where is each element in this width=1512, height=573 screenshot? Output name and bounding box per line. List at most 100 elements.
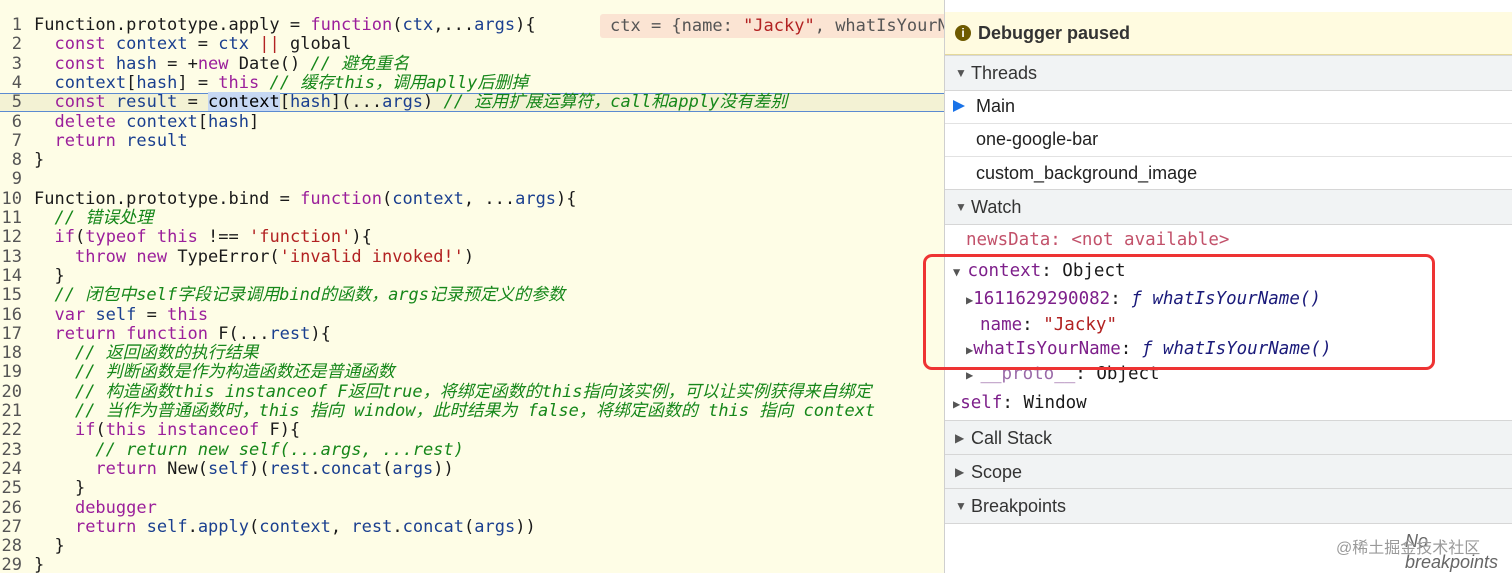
code-line[interactable]: 22 if(this instanceof F){ xyxy=(0,420,944,440)
code-line[interactable]: 25 } xyxy=(0,478,944,499)
scope-section-header[interactable]: ▶ Scope xyxy=(945,454,1512,490)
code-text: } xyxy=(34,150,45,171)
code-line[interactable]: 14 } xyxy=(0,265,944,286)
expand-triangle-icon: ▼ xyxy=(955,499,967,513)
code-text: } xyxy=(34,555,45,573)
line-number[interactable]: 6 xyxy=(0,112,22,132)
expand-triangle-icon: ▼ xyxy=(955,66,967,80)
line-number[interactable]: 7 xyxy=(0,131,22,151)
code-text: return function F(...rest){ xyxy=(54,323,331,344)
line-number[interactable]: 28 xyxy=(0,536,22,556)
line-number[interactable]: 5 xyxy=(0,92,22,112)
code-line[interactable]: 28 } xyxy=(0,536,944,557)
line-number[interactable]: 19 xyxy=(0,363,22,383)
code-line[interactable]: 8} xyxy=(0,150,944,171)
collapse-triangle-icon: ▶ xyxy=(955,431,965,445)
code-editor[interactable]: 1 Function.prototype.apply = function(ctx… xyxy=(0,0,944,573)
info-icon: i xyxy=(955,25,971,41)
code-line[interactable]: 29} xyxy=(0,556,944,573)
line-number[interactable]: 4 xyxy=(0,73,22,93)
line-number[interactable]: 24 xyxy=(0,459,22,479)
code-line[interactable]: 23 // return new self(...args, ...rest) xyxy=(0,439,944,460)
line-number[interactable]: 11 xyxy=(0,208,22,228)
code-text: // 错误处理 xyxy=(54,208,154,228)
code-line[interactable]: 19 // 判断函数是作为构造函数还是普通函数 xyxy=(0,363,944,383)
watch-item-self[interactable]: ▶self: Window xyxy=(953,390,1087,417)
threads-section-header[interactable]: ▼ Threads xyxy=(945,55,1512,91)
thread-item[interactable]: custom_background_image xyxy=(945,156,1512,190)
line-number[interactable]: 15 xyxy=(0,285,22,305)
code-line[interactable]: 4 context[hash] = this // 缓存this，调用aplly… xyxy=(0,72,944,93)
callstack-section-header[interactable]: ▶ Call Stack xyxy=(945,420,1512,456)
code-text: debugger xyxy=(74,497,157,518)
code-line[interactable]: 20 // 构造函数this instanceof F返回true，将绑定函数的… xyxy=(0,381,944,402)
code-text: } xyxy=(34,265,65,286)
line-number[interactable]: 22 xyxy=(0,420,22,440)
watch-section-header[interactable]: ▼ Watch xyxy=(945,189,1512,225)
code-line[interactable]: 18 // 返回函数的执行结果 xyxy=(0,343,944,364)
current-thread-arrow-icon xyxy=(953,100,965,112)
breakpoints-section-header[interactable]: ▼ Breakpoints xyxy=(945,488,1512,524)
thread-item-main[interactable]: Main xyxy=(945,89,1512,124)
line-number[interactable]: 21 xyxy=(0,401,22,421)
code-text: // return new self(...args, ...rest) xyxy=(95,439,464,460)
line-number[interactable]: 17 xyxy=(0,324,22,344)
code-line[interactable]: 21 // 当作为普通函数时，this 指向 window，此时结果为 fals… xyxy=(0,401,944,421)
code-line[interactable]: 16 var self = this xyxy=(0,304,944,325)
code-line[interactable]: 3 const hash = +new Date() // 避免重名 xyxy=(0,53,944,74)
inline-value-preview: ctx = {name: "Jacky", whatIsYourName xyxy=(600,14,954,38)
code-text: Function.prototype.bind = function(conte… xyxy=(34,188,577,209)
line-number[interactable]: 14 xyxy=(0,266,22,286)
expand-triangle-icon: ▼ xyxy=(955,200,967,214)
code-line[interactable]: 27 return self.apply(context, rest.conca… xyxy=(0,516,944,537)
code-text: return result xyxy=(54,130,188,151)
code-line[interactable]: 15 // 闭包中self字段记录调用bind的函数，args记录预定义的参数 xyxy=(0,285,944,305)
code-line[interactable]: 9 xyxy=(0,170,944,190)
highlight-annotation-box xyxy=(923,254,1435,370)
line-number[interactable]: 18 xyxy=(0,343,22,363)
line-number[interactable]: 20 xyxy=(0,382,22,402)
code-line[interactable]: 17 return function F(...rest){ xyxy=(0,323,944,344)
line-number[interactable]: 29 xyxy=(0,556,22,573)
code-text: } xyxy=(34,536,65,557)
code-line[interactable]: 11 // 错误处理 xyxy=(0,208,944,228)
line-number[interactable]: 8 xyxy=(0,150,22,170)
thread-item[interactable]: one-google-bar xyxy=(945,122,1512,157)
line-number[interactable]: 26 xyxy=(0,498,22,518)
code-line[interactable]: 24 return New(self)(rest.concat(args)) xyxy=(0,458,944,479)
line-number[interactable]: 2 xyxy=(0,34,22,54)
line-number[interactable]: 25 xyxy=(0,478,22,498)
code-text: const result = context[hash](...args) //… xyxy=(54,92,788,113)
code-text: var self = this xyxy=(54,304,209,325)
line-number[interactable]: 3 xyxy=(0,54,22,74)
code-line[interactable]: 7 return result xyxy=(0,130,944,151)
code-text: return self.apply(context, rest.concat(a… xyxy=(74,516,536,537)
code-line[interactable]: 10 Function.prototype.bind = function(con… xyxy=(0,188,944,209)
line-number[interactable]: 12 xyxy=(0,227,22,247)
code-text: const hash = +new Date() // 避免重名 xyxy=(54,53,410,74)
code-line[interactable]: 6 delete context[hash] xyxy=(0,111,944,132)
line-number[interactable]: 13 xyxy=(0,247,22,267)
code-text: context[hash] = this // 缓存this，调用aplly后删… xyxy=(54,72,529,93)
watermark: @稀土掘金技术社区 xyxy=(1336,540,1481,557)
code-line[interactable]: 26 debugger xyxy=(0,497,944,518)
line-number[interactable]: 23 xyxy=(0,440,22,460)
code-text: // 构造函数this instanceof F返回true，将绑定函数的thi… xyxy=(74,381,872,402)
line-number[interactable]: 27 xyxy=(0,517,22,537)
code-text: // 当作为普通函数时，this 指向 window，此时结果为 false，将… xyxy=(74,401,876,421)
code-text: throw new TypeError('invalid invoked!') xyxy=(74,246,475,267)
watch-item-newsdata[interactable]: newsData: <not available> xyxy=(966,227,1229,253)
debugger-paused-text: Debugger paused xyxy=(978,23,1131,43)
line-number[interactable]: 16 xyxy=(0,305,22,325)
code-text: // 返回函数的执行结果 xyxy=(74,343,259,364)
line-number[interactable]: 1 xyxy=(0,15,22,35)
line-number[interactable]: 9 xyxy=(0,170,22,190)
code-line[interactable]: 12 if(typeof this !== 'function'){ xyxy=(0,227,944,247)
code-line-current[interactable]: 5 const result = context[hash](...args) … xyxy=(0,92,944,113)
code-line[interactable]: 13 throw new TypeError('invalid invoked!… xyxy=(0,246,944,267)
code-line[interactable]: 2 const context = ctx || global xyxy=(0,34,944,54)
code-text: delete context[hash] xyxy=(54,111,260,132)
line-number[interactable]: 10 xyxy=(0,189,22,209)
code-text: return New(self)(rest.concat(args)) xyxy=(95,458,454,479)
code-text: } xyxy=(34,478,86,499)
